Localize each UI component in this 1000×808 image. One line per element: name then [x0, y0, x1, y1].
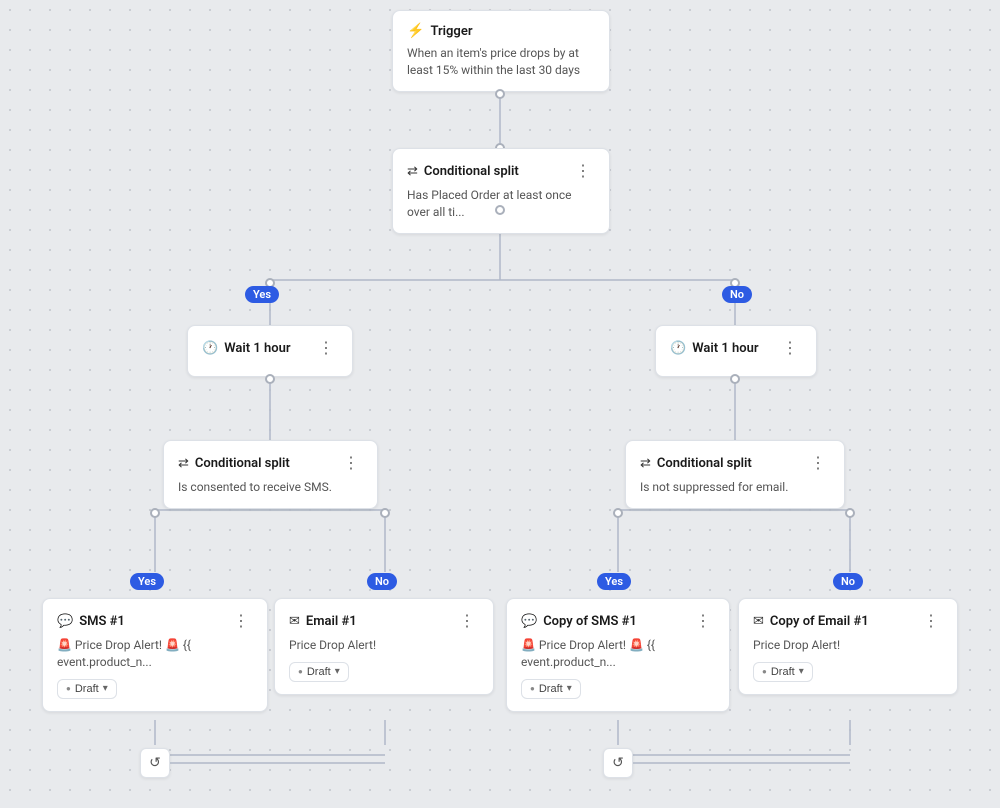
yes-badge-bottom-right: Yes [597, 573, 631, 590]
cond-split-left-body: Is consented to receive SMS. [178, 479, 363, 496]
wait-left-header: 🕐 Wait 1 hour ⋮ [202, 338, 338, 358]
circle-node-11 [845, 508, 855, 518]
copy-email1-draft-chevron: ▾ [799, 666, 804, 677]
copy-email1-draft-button[interactable]: ● Draft ▾ [753, 662, 813, 682]
wait-left-more-button[interactable]: ⋮ [314, 338, 338, 358]
wait-right-title: Wait 1 hour [692, 341, 758, 356]
circle-node-8 [150, 508, 160, 518]
loop-icon-right[interactable]: ↺ [603, 748, 633, 778]
copy-email1-icon: ✉ [753, 614, 764, 629]
copy-sms1-more[interactable]: ⋮ [691, 611, 715, 631]
yes-badge-bottom-left: Yes [130, 573, 164, 590]
copy-sms1-card: 💬 Copy of SMS #1 ⋮ 🚨 Price Drop Alert! 🚨… [506, 598, 730, 712]
wait-left-title: Wait 1 hour [224, 341, 290, 356]
circle-node-3 [495, 205, 505, 215]
conditional-split-right-card: ⇄ Conditional split ⋮ Is not suppressed … [625, 440, 845, 509]
trigger-card-header: ⚡ Trigger [407, 23, 595, 39]
circle-node-1 [495, 89, 505, 99]
cond-split-right-header: ⇄ Conditional split ⋮ [640, 453, 830, 473]
email1-more[interactable]: ⋮ [455, 611, 479, 631]
sms1-header: 💬 SMS #1 ⋮ [57, 611, 253, 631]
sms1-card: 💬 SMS #1 ⋮ 🚨 Price Drop Alert! 🚨 {{ even… [42, 598, 268, 712]
cond-split-left-icon: ⇄ [178, 456, 189, 471]
cond-split-left-header: ⇄ Conditional split ⋮ [178, 453, 363, 473]
loop-icon-left[interactable]: ↺ [140, 748, 170, 778]
email1-card: ✉ Email #1 ⋮ Price Drop Alert! ● Draft ▾ [274, 598, 494, 695]
sms1-icon: 💬 [57, 614, 73, 629]
sms1-more[interactable]: ⋮ [229, 611, 253, 631]
trigger-card: ⚡ Trigger When an item's price drops by … [392, 10, 610, 92]
yes-badge-left: Yes [245, 286, 279, 303]
circle-node-9 [380, 508, 390, 518]
cond-split-right-body: Is not suppressed for email. [640, 479, 830, 496]
loop-right-icon: ↺ [612, 755, 624, 771]
wait-left-icon: 🕐 [202, 341, 218, 356]
cond-split-left-title: Conditional split [195, 456, 290, 471]
circle-node-7 [730, 374, 740, 384]
email1-draft-button[interactable]: ● Draft ▾ [289, 662, 349, 682]
split-top-body: Has Placed Order at least once over all … [407, 187, 595, 221]
split-top-icon: ⇄ [407, 164, 418, 179]
conditional-split-top-header: ⇄ Conditional split ⋮ [407, 161, 595, 181]
copy-sms1-draft-chevron: ▾ [567, 683, 572, 694]
copy-sms1-draft-button[interactable]: ● Draft ▾ [521, 679, 581, 699]
wait-right-icon: 🕐 [670, 341, 686, 356]
cond-split-left-more[interactable]: ⋮ [339, 453, 363, 473]
copy-sms1-icon: 💬 [521, 614, 537, 629]
split-top-more-button[interactable]: ⋮ [571, 161, 595, 181]
sms1-title: SMS #1 [79, 614, 125, 629]
copy-sms1-draft-dot: ● [530, 684, 535, 693]
email1-icon: ✉ [289, 614, 300, 629]
circle-node-10 [613, 508, 623, 518]
wait-right-header: 🕐 Wait 1 hour ⋮ [670, 338, 802, 358]
flow-canvas: ⚡ Trigger When an item's price drops by … [0, 0, 1000, 808]
wait-right-more-button[interactable]: ⋮ [778, 338, 802, 358]
copy-email1-draft-dot: ● [762, 667, 767, 676]
email1-title: Email #1 [306, 614, 357, 629]
sms1-draft-label: Draft [75, 683, 99, 695]
cond-split-right-more[interactable]: ⋮ [806, 453, 830, 473]
cond-split-right-icon: ⇄ [640, 456, 651, 471]
copy-sms1-title: Copy of SMS #1 [543, 614, 637, 629]
trigger-body: When an item's price drops by at least 1… [407, 45, 595, 79]
sms1-draft-button[interactable]: ● Draft ▾ [57, 679, 117, 699]
email1-body: Price Drop Alert! [289, 637, 479, 654]
email1-draft-chevron: ▾ [335, 666, 340, 677]
no-badge-right: No [722, 286, 752, 303]
copy-email1-header: ✉ Copy of Email #1 ⋮ [753, 611, 943, 631]
email1-draft-dot: ● [298, 667, 303, 676]
copy-email1-card: ✉ Copy of Email #1 ⋮ Price Drop Alert! ●… [738, 598, 958, 695]
conditional-split-left-card: ⇄ Conditional split ⋮ Is consented to re… [163, 440, 378, 509]
trigger-icon: ⚡ [407, 23, 424, 39]
wait-left-card: 🕐 Wait 1 hour ⋮ [187, 325, 353, 377]
conditional-split-top-card: ⇄ Conditional split ⋮ Has Placed Order a… [392, 148, 610, 234]
no-badge-bottom-left: No [367, 573, 397, 590]
split-top-title: Conditional split [424, 164, 519, 179]
copy-email1-body: Price Drop Alert! [753, 637, 943, 654]
no-badge-bottom-right: No [833, 573, 863, 590]
email1-draft-label: Draft [307, 666, 331, 678]
copy-sms1-header: 💬 Copy of SMS #1 ⋮ [521, 611, 715, 631]
copy-email1-title: Copy of Email #1 [770, 614, 869, 629]
loop-left-icon: ↺ [149, 755, 161, 771]
sms1-body: 🚨 Price Drop Alert! 🚨 {{ event.product_n… [57, 637, 253, 671]
copy-email1-more[interactable]: ⋮ [919, 611, 943, 631]
trigger-title: Trigger [430, 24, 472, 39]
circle-node-6 [265, 374, 275, 384]
wait-right-card: 🕐 Wait 1 hour ⋮ [655, 325, 817, 377]
cond-split-right-title: Conditional split [657, 456, 752, 471]
copy-sms1-body: 🚨 Price Drop Alert! 🚨 {{ event.product_n… [521, 637, 715, 671]
copy-sms1-draft-label: Draft [539, 683, 563, 695]
sms1-draft-chevron: ▾ [103, 683, 108, 694]
email1-header: ✉ Email #1 ⋮ [289, 611, 479, 631]
copy-email1-draft-label: Draft [771, 666, 795, 678]
sms1-draft-dot: ● [66, 684, 71, 693]
